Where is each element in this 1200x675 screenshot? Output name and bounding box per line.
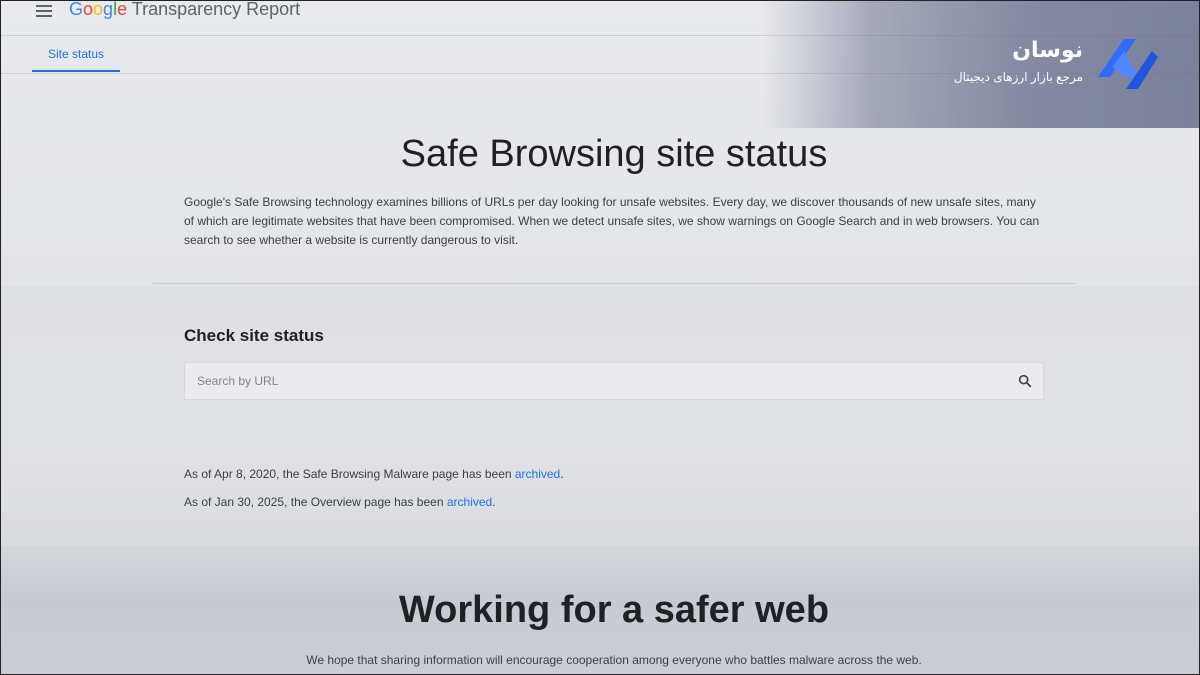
- watermark-title: نوسان: [1012, 37, 1083, 62]
- archived-link[interactable]: archived: [515, 467, 560, 481]
- section-divider: [153, 283, 1075, 284]
- note-period: .: [492, 495, 496, 509]
- brand-letter: o: [93, 0, 104, 19]
- watermark-subtitle: مرجع بازار ارزهای دیجیتال: [953, 70, 1083, 84]
- brand-letter: G: [69, 0, 84, 19]
- tab-site-status[interactable]: Site status: [32, 36, 120, 72]
- product-name: Transparency Report: [131, 0, 301, 19]
- note-text: As of Jan 30, 2025, the Overview page ha…: [184, 495, 447, 509]
- brand-letter: g: [103, 0, 114, 19]
- intro-text: Google's Safe Browsing technology examin…: [184, 195, 1040, 247]
- brand-letter: o: [83, 0, 94, 19]
- brand-letter: e: [117, 0, 128, 19]
- safer-web-text: We hope that sharing information will en…: [306, 653, 922, 667]
- safer-web-heading: Working for a safer web: [398, 589, 830, 631]
- menu-icon[interactable]: [36, 5, 52, 17]
- brand-logo[interactable]: Google Transparency Report: [69, 0, 301, 20]
- note-period: .: [560, 467, 564, 481]
- search-input[interactable]: [185, 363, 995, 399]
- archive-note-malware: As of Apr 8, 2020, the Safe Browsing Mal…: [184, 467, 564, 481]
- archived-link[interactable]: archived: [447, 495, 492, 509]
- check-site-status-heading: Check site status: [184, 326, 324, 345]
- nosan-logo-icon: [1098, 39, 1158, 89]
- browser-viewport: Google Transparency Report Site status ن…: [0, 0, 1200, 675]
- search-icon[interactable]: [1017, 373, 1033, 389]
- search-box: [184, 362, 1044, 400]
- page-title: Safe Browsing site status: [400, 133, 828, 175]
- note-text: As of Apr 8, 2020, the Safe Browsing Mal…: [184, 467, 515, 481]
- archive-note-overview: As of Jan 30, 2025, the Overview page ha…: [184, 495, 496, 509]
- middle-section-bg: [1, 286, 1199, 546]
